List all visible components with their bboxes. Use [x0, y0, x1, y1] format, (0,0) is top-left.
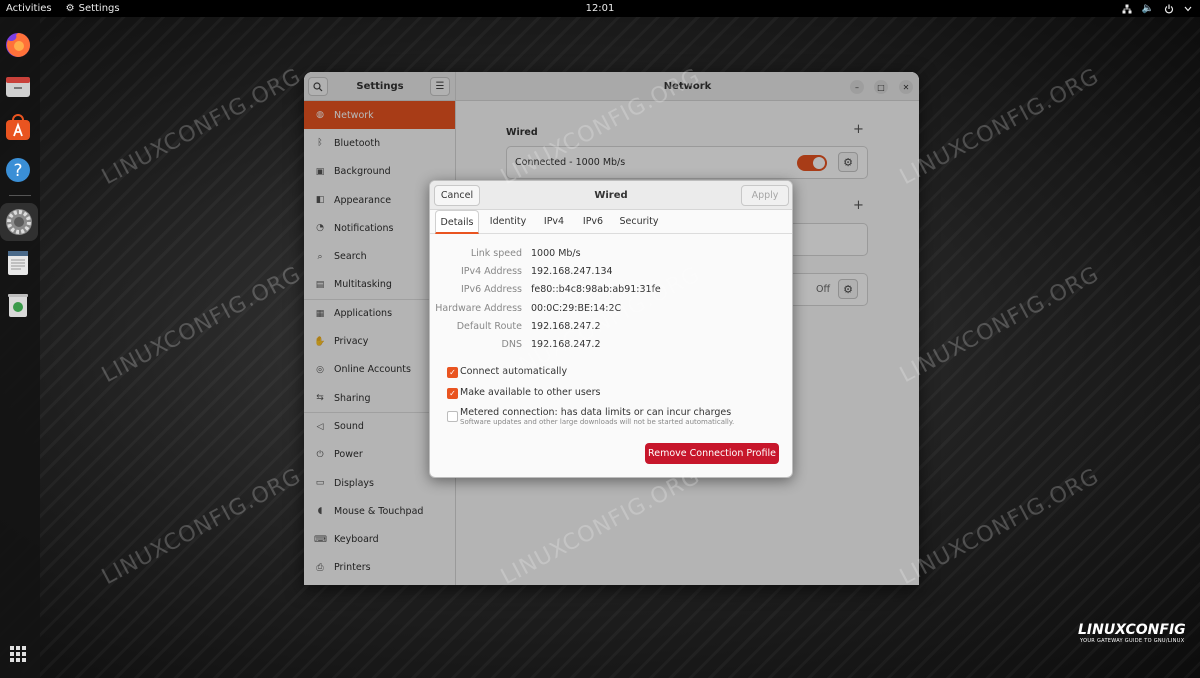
dock: ?: [0, 17, 40, 678]
gear-icon: ⚙: [65, 3, 75, 14]
hardware-address-value: 00:0C:29:BE:14:2C: [531, 303, 622, 314]
metered-label[interactable]: Metered connection: has data limits or c…: [460, 407, 731, 418]
tab-ipv6[interactable]: IPv6: [576, 210, 610, 234]
app-center-icon[interactable]: [4, 114, 32, 142]
link-speed-label: Link speed: [470, 248, 522, 259]
watermark: LINUXCONFIG.ORG: [896, 261, 1104, 389]
top-bar: Activities ⚙ Settings 12:01 🔈: [0, 0, 1200, 17]
tab-security[interactable]: Security: [616, 210, 662, 234]
metered-sublabel: Software updates and other large downloa…: [460, 418, 735, 426]
available-to-others-checkbox[interactable]: ✓: [447, 388, 458, 399]
app-menu[interactable]: ⚙ Settings: [66, 3, 120, 14]
volume-icon: 🔈: [1141, 3, 1154, 14]
ipv6-label: IPv6 Address: [460, 284, 522, 295]
text-editor-icon[interactable]: [4, 249, 32, 277]
trash-icon[interactable]: [4, 291, 32, 319]
network-wired-icon: [1122, 4, 1132, 13]
logo-tagline: YOUR GATEWAY GUIDE TO GNU/LINUX: [1080, 638, 1185, 644]
watermark: LINUXCONFIG.ORG: [98, 463, 306, 591]
settings-icon[interactable]: [0, 203, 38, 241]
show-apps-icon[interactable]: [4, 640, 32, 668]
dns-label: DNS: [501, 339, 522, 350]
system-tray[interactable]: 🔈: [1122, 0, 1192, 17]
tab-details[interactable]: Details: [435, 210, 479, 234]
firefox-icon[interactable]: [4, 31, 32, 59]
dock-separator: [9, 195, 31, 196]
apply-button[interactable]: Apply: [741, 185, 789, 206]
watermark: LINUXCONFIG.ORG: [896, 463, 1104, 591]
activities-button[interactable]: Activities: [0, 3, 58, 14]
files-icon[interactable]: [4, 73, 32, 101]
default-route-value: 192.168.247.2: [531, 321, 601, 332]
dialog-header: Cancel Wired Apply: [430, 181, 792, 210]
help-icon[interactable]: ?: [4, 156, 32, 184]
ipv4-label: IPv4 Address: [460, 266, 522, 277]
chevron-down-icon: [1184, 6, 1192, 11]
remove-connection-profile-button[interactable]: Remove Connection Profile: [645, 443, 779, 464]
ipv6-value: fe80::b4c8:98ab:ab91:31fe: [531, 284, 661, 295]
linuxconfig-logo: LINUXCONFIG YOUR GATEWAY GUIDE TO GNU/LI…: [1078, 622, 1186, 644]
wired-dialog: Cancel Wired Apply Details Identity IPv4…: [429, 180, 793, 478]
connect-automatically-label[interactable]: Connect automatically: [460, 366, 567, 377]
available-to-others-label[interactable]: Make available to other users: [460, 387, 601, 398]
metered-checkbox[interactable]: ✓: [447, 411, 458, 422]
tab-identity[interactable]: Identity: [485, 210, 531, 234]
link-speed-value: 1000 Mb/s: [531, 248, 581, 259]
dialog-tabs: Details Identity IPv4 IPv6 Security: [430, 210, 792, 234]
logo-text: LINUXCONFIG: [1078, 622, 1186, 638]
power-icon: [1164, 4, 1174, 13]
svg-text:?: ?: [13, 161, 22, 181]
tab-ipv4[interactable]: IPv4: [537, 210, 571, 234]
hardware-address-label: Hardware Address: [435, 303, 522, 314]
ipv4-value: 192.168.247.134: [531, 266, 613, 277]
watermark: LINUXCONFIG.ORG: [98, 261, 306, 389]
dns-value: 192.168.247.2: [531, 339, 601, 350]
watermark: LINUXCONFIG.ORG: [896, 63, 1104, 191]
watermark: LINUXCONFIG.ORG: [98, 63, 306, 191]
app-name: Settings: [78, 3, 120, 14]
clock[interactable]: 12:01: [0, 3, 1200, 14]
default-route-label: Default Route: [456, 321, 522, 332]
dialog-title: Wired: [594, 190, 628, 201]
connect-automatically-checkbox[interactable]: ✓: [447, 367, 458, 378]
